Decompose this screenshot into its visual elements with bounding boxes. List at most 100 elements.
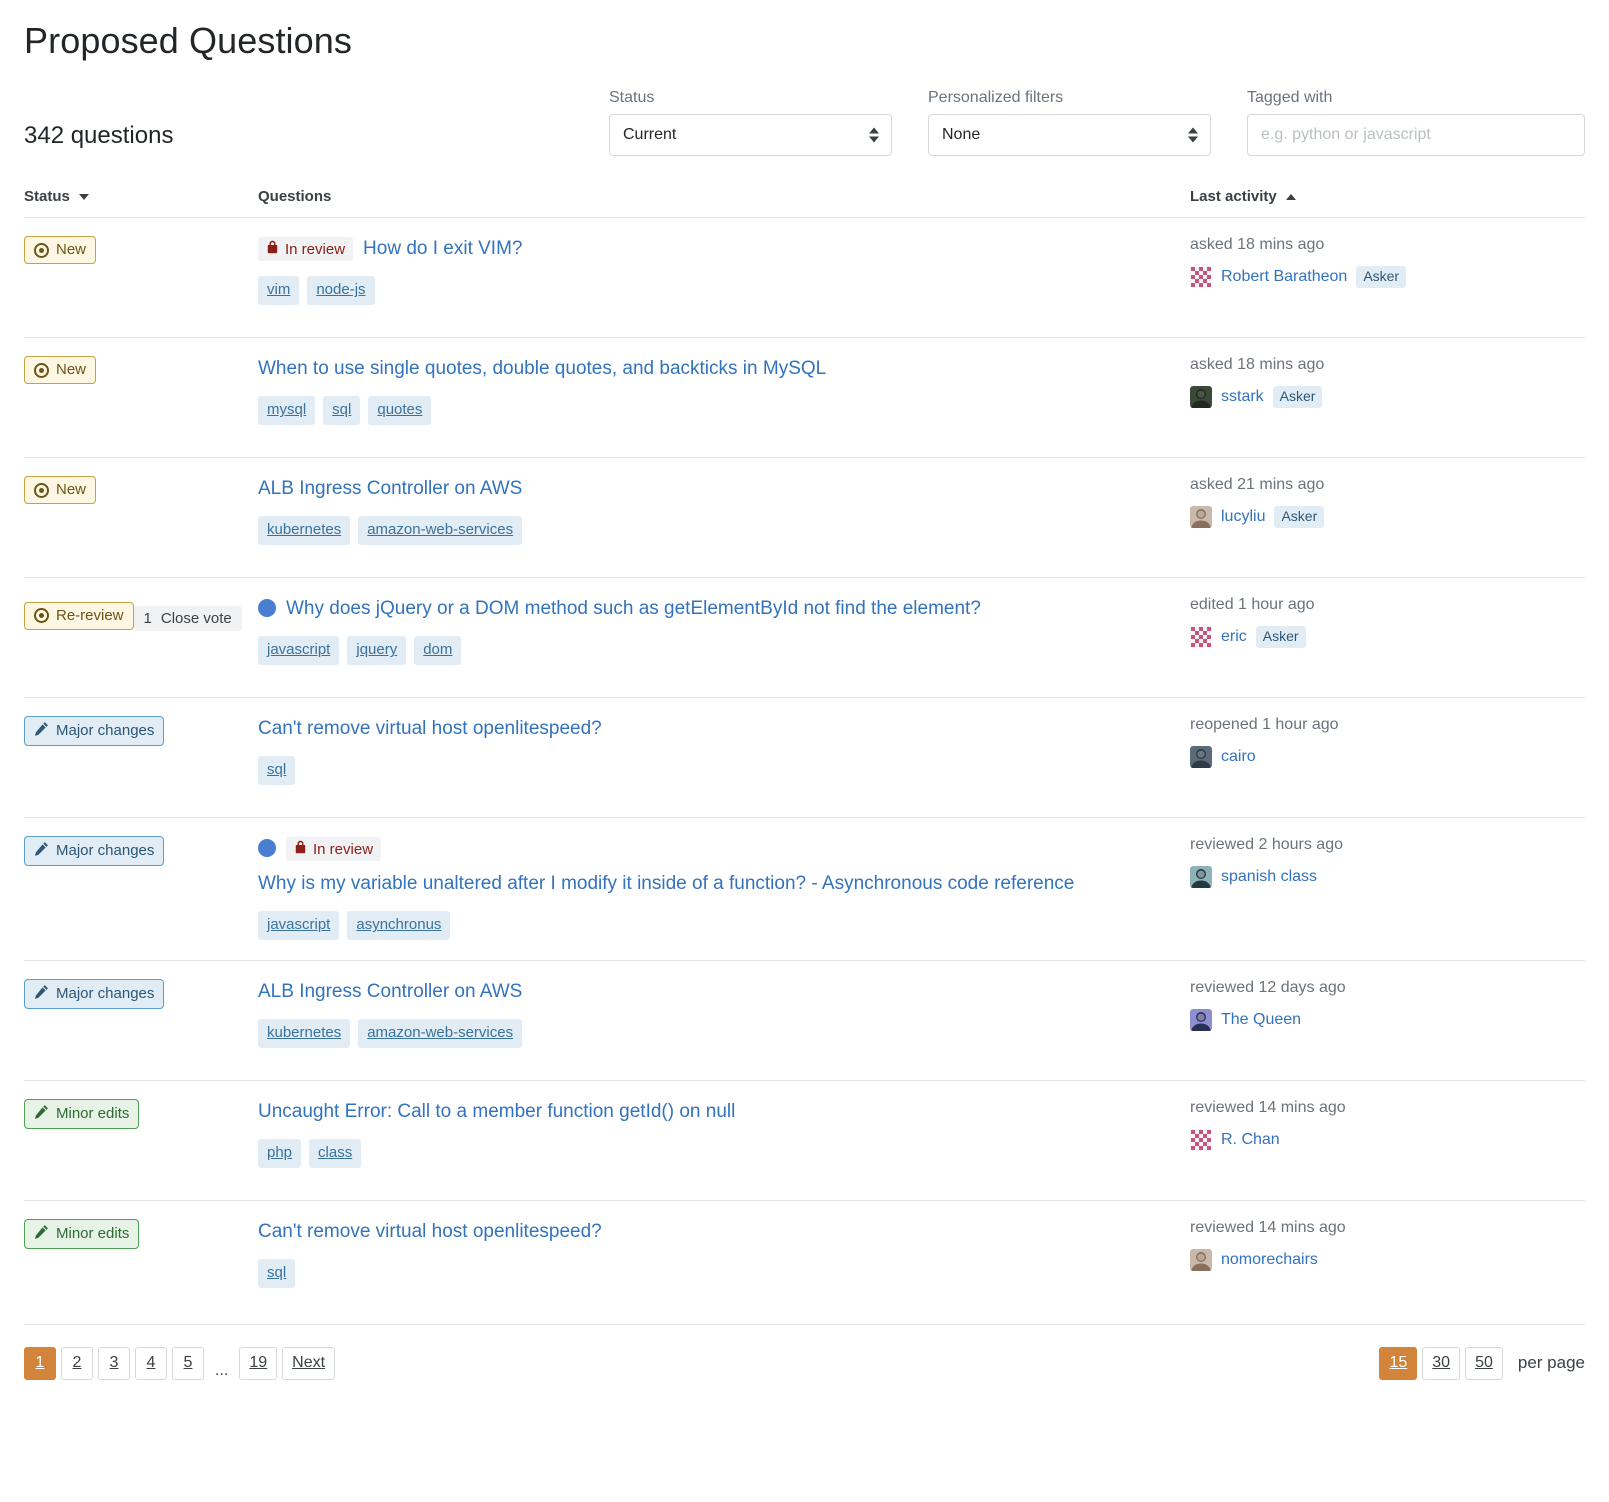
- user-link[interactable]: lucyliu: [1221, 508, 1265, 526]
- tag-javascript[interactable]: javascript: [258, 636, 340, 665]
- question-title-link[interactable]: ALB Ingress Controller on AWS: [258, 476, 522, 502]
- pencil-icon: [34, 1104, 49, 1124]
- tag-javascript[interactable]: javascript: [258, 911, 340, 940]
- row-question-cell: In review Why is my variable unaltered af…: [258, 836, 1190, 940]
- question-title-link[interactable]: How do I exit VIM?: [363, 236, 522, 262]
- per-page-option-30[interactable]: 30: [1422, 1346, 1461, 1380]
- tag-mysql[interactable]: mysql: [258, 396, 316, 425]
- tag-sql[interactable]: sql: [258, 1259, 296, 1288]
- tag-kubernetes[interactable]: kubernetes: [258, 1019, 351, 1048]
- avatar[interactable]: [1190, 386, 1212, 409]
- row-question-cell: ALB Ingress Controller on AWS kubernetes a…: [258, 979, 1190, 1060]
- question-headline: In review How do I exit VIM?: [258, 236, 1190, 262]
- tag-jquery[interactable]: jquery: [347, 636, 407, 665]
- status-badge-new[interactable]: New: [24, 476, 97, 505]
- question-headline: In review Why is my variable unaltered af…: [258, 836, 1190, 897]
- activity-user: nomorechairs: [1190, 1248, 1585, 1271]
- activity-user: spanish class: [1190, 866, 1585, 889]
- status-badge-major[interactable]: Major changes: [24, 836, 165, 867]
- question-title-link[interactable]: Can't remove virtual host openlitespeed?: [258, 716, 602, 742]
- user-link[interactable]: The Queen: [1221, 1011, 1301, 1029]
- status-badge-new[interactable]: New: [24, 236, 97, 265]
- row-question-cell: ALB Ingress Controller on AWS kubernetes a…: [258, 476, 1190, 557]
- user-link[interactable]: Robert Baratheon: [1221, 268, 1347, 286]
- avatar[interactable]: [1190, 1248, 1212, 1271]
- page-button-1[interactable]: 1: [24, 1346, 56, 1380]
- tag-asynchronus[interactable]: asynchronus: [347, 911, 451, 940]
- activity-timestamp: asked 18 mins ago: [1190, 236, 1325, 254]
- page-button-3[interactable]: 3: [98, 1346, 130, 1380]
- eye-icon: [34, 608, 49, 624]
- user-link[interactable]: cairo: [1221, 748, 1256, 766]
- tag-sql[interactable]: sql: [323, 396, 361, 425]
- avatar[interactable]: [1190, 1128, 1212, 1151]
- tag-amazon-web-services[interactable]: amazon-web-services: [358, 1019, 523, 1048]
- row-status-cell: New: [24, 356, 258, 437]
- per-page-option-50[interactable]: 50: [1465, 1346, 1503, 1380]
- eye-icon: [34, 362, 49, 378]
- per-page-option-15[interactable]: 15: [1379, 1346, 1418, 1380]
- avatar[interactable]: [1190, 266, 1212, 289]
- avatar[interactable]: [1190, 746, 1212, 769]
- status-badge-major[interactable]: Major changes: [24, 716, 165, 747]
- status-badge-new[interactable]: New: [24, 356, 97, 385]
- tag-class[interactable]: class: [309, 1139, 362, 1168]
- table-row: New ALB Ingress Controller on AWS kubernet…: [24, 457, 1585, 577]
- page-button-last[interactable]: 19: [239, 1346, 278, 1380]
- header-cell-questions: Questions: [258, 188, 1190, 205]
- tag-list: javascript jquery dom: [258, 636, 1190, 665]
- question-title-link[interactable]: Why is my variable unaltered after I mod…: [258, 871, 1074, 897]
- status-select[interactable]: Current: [609, 114, 892, 157]
- user-link[interactable]: R. Chan: [1221, 1131, 1280, 1149]
- status-badge-minor[interactable]: Minor edits: [24, 1098, 140, 1129]
- tag-php[interactable]: php: [258, 1139, 302, 1168]
- tagged-filter-label: Tagged with: [1247, 89, 1333, 106]
- page-button-2[interactable]: 2: [61, 1346, 93, 1380]
- row-activity-cell: reviewed 14 mins ago nomorechairs: [1190, 1219, 1585, 1300]
- pencil-icon: [34, 984, 49, 1004]
- status-filter-label: Status: [609, 89, 655, 106]
- user-link[interactable]: eric: [1221, 628, 1247, 646]
- question-title-link[interactable]: When to use single quotes, double quotes…: [258, 356, 826, 382]
- page-button-5[interactable]: 5: [172, 1346, 204, 1380]
- question-headline: ALB Ingress Controller on AWS: [258, 979, 1190, 1005]
- tag-amazon-web-services[interactable]: amazon-web-services: [358, 516, 523, 545]
- personalized-select[interactable]: None: [928, 114, 1211, 157]
- status-badge-rereview[interactable]: Re-review: [24, 601, 134, 630]
- question-title-link[interactable]: ALB Ingress Controller on AWS: [258, 979, 522, 1005]
- table-row: Major changes Can't remove virtual host o…: [24, 697, 1585, 817]
- tag-search-input[interactable]: [1247, 114, 1585, 157]
- avatar[interactable]: [1190, 506, 1212, 529]
- tag-sql[interactable]: sql: [258, 756, 296, 785]
- tag-node-js[interactable]: node-js: [307, 276, 375, 305]
- page-button-4[interactable]: 4: [135, 1346, 167, 1380]
- filters-group: Status Current Personalized filters None: [609, 88, 1585, 157]
- unread-dot-icon: [258, 599, 276, 618]
- status-badge-major[interactable]: Major changes: [24, 978, 165, 1009]
- tag-list: kubernetes amazon-web-services: [258, 516, 1190, 545]
- asker-badge: Asker: [1272, 386, 1323, 408]
- sort-activity[interactable]: Last activity: [1190, 188, 1296, 205]
- close-vote-indicator[interactable]: 1 Close vote: [133, 606, 242, 632]
- sort-status[interactable]: Status: [24, 188, 89, 205]
- question-title-link[interactable]: Why does jQuery or a DOM method such as …: [286, 596, 981, 622]
- filter-status: Status Current: [609, 88, 892, 157]
- activity-user: cairo: [1190, 746, 1585, 769]
- next-page-button[interactable]: Next: [282, 1346, 336, 1380]
- tag-dom[interactable]: dom: [414, 636, 462, 665]
- pagination-ellipsis: ...: [215, 1361, 229, 1379]
- row-activity-cell: reviewed 12 days ago The Queen: [1190, 979, 1585, 1060]
- user-link[interactable]: sstark: [1221, 388, 1264, 406]
- avatar[interactable]: [1190, 626, 1212, 649]
- question-title-link[interactable]: Uncaught Error: Call to a member functio…: [258, 1099, 735, 1125]
- user-link[interactable]: nomorechairs: [1221, 1251, 1318, 1269]
- user-link[interactable]: spanish class: [1221, 868, 1317, 886]
- tag-vim[interactable]: vim: [258, 276, 300, 305]
- tag-quotes[interactable]: quotes: [368, 396, 432, 425]
- header-label-status: Status: [24, 188, 70, 206]
- status-badge-minor[interactable]: Minor edits: [24, 1218, 140, 1249]
- avatar[interactable]: [1190, 1008, 1212, 1031]
- tag-kubernetes[interactable]: kubernetes: [258, 516, 351, 545]
- avatar[interactable]: [1190, 866, 1212, 889]
- question-title-link[interactable]: Can't remove virtual host openlitespeed?: [258, 1219, 602, 1245]
